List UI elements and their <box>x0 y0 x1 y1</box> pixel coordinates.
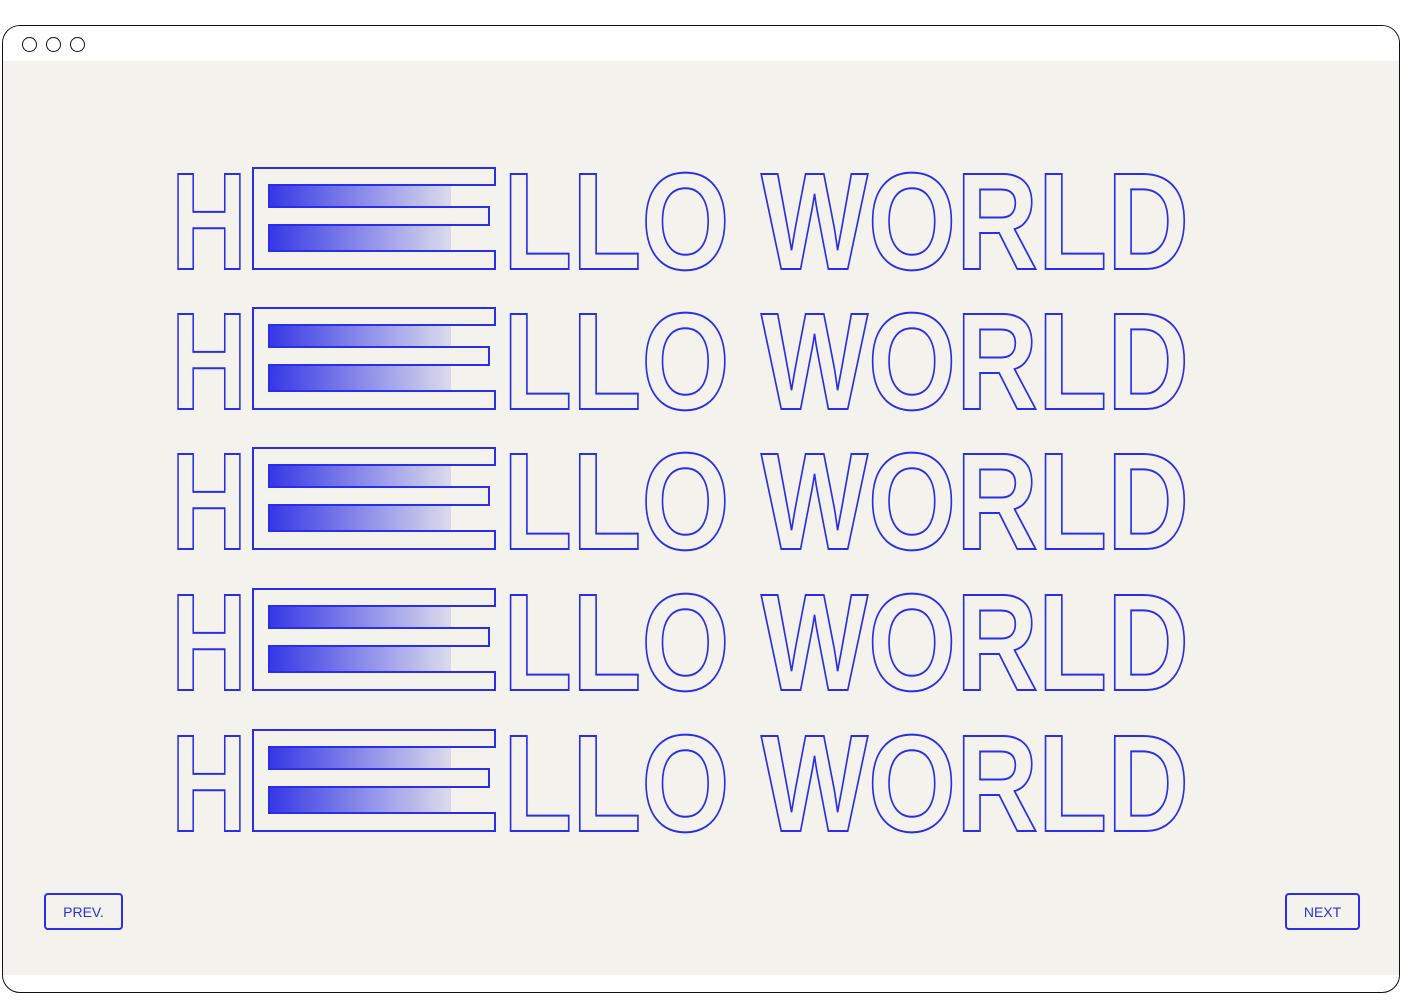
gradient-bar <box>269 787 451 813</box>
gradient-bar <box>269 505 451 531</box>
slide-content: H LLO WORLD H LLO WORLD H LLO WORLD H LLO WORLD… <box>3 61 1399 975</box>
stretched-e-outline <box>252 447 496 550</box>
hello-world-text: LLO WORLD <box>503 285 1189 439</box>
window-minimize-dot-icon[interactable] <box>46 37 61 52</box>
gradient-bar <box>269 646 451 672</box>
gradient-bar <box>269 747 451 769</box>
gradient-bar <box>269 225 451 251</box>
hello-world-text: LLO WORLD <box>503 425 1189 579</box>
next-button[interactable]: NEXT <box>1285 893 1360 930</box>
prev-button[interactable]: PREV. <box>44 893 123 930</box>
browser-window: H LLO WORLD H LLO WORLD H LLO WORLD H LLO WORLD… <box>2 25 1400 993</box>
gradient-bar <box>269 606 451 628</box>
gradient-bar <box>269 365 451 391</box>
hello-world-text: LLO WORLD <box>503 707 1189 861</box>
hello-world-text: H <box>171 707 247 861</box>
hello-world-text: LLO WORLD <box>503 145 1189 299</box>
hello-world-text: H <box>171 566 247 720</box>
hello-world-text: H <box>171 145 247 299</box>
stretched-e-outline <box>252 729 496 832</box>
hello-world-text: H <box>171 285 247 439</box>
hello-world-line: H LLO WORLD <box>3 424 1399 580</box>
stretched-e-outline <box>252 167 496 270</box>
hello-world-text: LLO WORLD <box>503 566 1189 720</box>
hello-world-line: H LLO WORLD <box>3 565 1399 721</box>
gradient-bar <box>269 185 451 207</box>
hello-world-line: H LLO WORLD <box>3 144 1399 300</box>
stretched-e-outline <box>252 307 496 410</box>
gradient-bar <box>269 325 451 347</box>
stretched-e-outline <box>252 588 496 691</box>
hello-world-text: H <box>171 425 247 579</box>
hello-world-line: H LLO WORLD <box>3 706 1399 862</box>
hello-world-line: H LLO WORLD <box>3 284 1399 440</box>
window-close-dot-icon[interactable] <box>22 37 37 52</box>
gradient-bar <box>269 465 451 487</box>
window-maximize-dot-icon[interactable] <box>70 37 85 52</box>
window-titlebar <box>3 26 1399 61</box>
